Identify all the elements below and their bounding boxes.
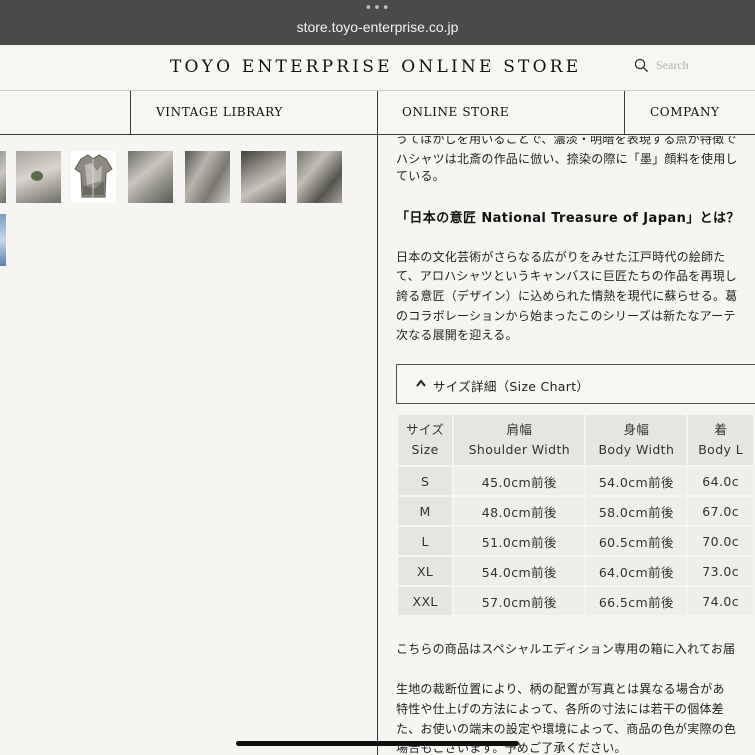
table-cell: 54.0cm前後 (452, 555, 587, 587)
body-line: 誇る意匠（デザイン）に込められた情熱を現代に蘇らせる。葛 (396, 289, 738, 303)
chevron-up-icon (416, 379, 426, 387)
table-cell: L (395, 525, 455, 557)
table-cell: M (395, 495, 455, 527)
table-cell: 51.0cm前後 (452, 525, 587, 557)
body-line: て、アロハシャツというキャンバスに巨匠たちの作品を再現し (396, 269, 738, 283)
body-line: 日本の文化芸術がさらなる広がりをみせた江戸時代の絵師た (396, 250, 726, 264)
nav-label: COMPANY (650, 105, 720, 119)
browser-menu-dots[interactable]: ••• (0, 2, 755, 15)
table-cell: 57.0cm前後 (452, 585, 587, 617)
intro-line: うてはかしを用いることで、濃淡・明暗を表現する点が特徴で (396, 136, 737, 146)
table-cell: 67.0c (686, 495, 755, 527)
table-header-row: サイズ Size 肩幅 Shoulder Width 身幅 Body Width 着B… (395, 413, 755, 467)
body-line: のコラボレーションから始まったこのシリーズは新たなアーテ (396, 309, 736, 323)
nav-item-online-store[interactable]: ONLINE STORE (377, 91, 624, 135)
table-row: XL 54.0cm前後 64.0cm前後 73.0c (395, 555, 755, 587)
table-header-cell: 着 Body L (686, 413, 755, 467)
nav-label: ONLINE STORE (402, 105, 510, 119)
size-chart-accordion[interactable]: サイズ詳細（Size Chart） (396, 364, 755, 404)
product-thumbnail[interactable] (128, 151, 173, 203)
body-line: 次なる展開を迎える。 (396, 328, 518, 342)
notes-line: た、お使いの端末の設定や環境によって、商品の色が実際の色 (396, 722, 737, 736)
search-input[interactable]: Search (656, 58, 689, 73)
table-cell: 73.0c (686, 555, 755, 587)
product-thumbnail[interactable] (0, 214, 6, 266)
site-header: TOYO ENTERPRISE ONLINE STORE Search (0, 45, 755, 91)
table-row: M 48.0cm前後 58.0cm前後 67.0c (395, 495, 755, 527)
table-cell: 70.0c (686, 525, 755, 557)
product-thumbnail[interactable] (297, 151, 342, 203)
table-header-cell: 肩幅 Shoulder Width (452, 413, 587, 467)
table-cell: 64.0c (686, 465, 755, 497)
product-thumbnail[interactable] (185, 151, 230, 203)
url-text[interactable]: store.toyo-enterprise.co.jp (0, 19, 755, 35)
search-icon[interactable] (634, 58, 649, 73)
table-header-cell: 身幅 Body Width (584, 413, 689, 467)
table-cell: 58.0cm前後 (584, 495, 689, 527)
table-cell: 54.0cm前後 (584, 465, 689, 497)
section-heading: 「日本の意匠 National Treasure of Japan」とは？ (396, 211, 740, 226)
product-thumbnail[interactable] (241, 151, 286, 203)
nav-item-company[interactable]: COMPANY (624, 91, 755, 135)
home-indicator[interactable] (236, 741, 519, 746)
notes-line: 生地の裁断位置により、柄の配置が写真とは異なる場合があ (396, 682, 725, 696)
table-row: L 51.0cm前後 60.5cm前後 70.0c (395, 525, 755, 557)
shirt-icon (74, 154, 113, 198)
product-thumbnail[interactable] (0, 151, 6, 203)
notes-line: 特性や仕上げの方法によって、各所の寸法には若干の個体差 (396, 702, 724, 716)
table-cell: 74.0c (686, 585, 755, 617)
table-cell: S (395, 465, 455, 497)
product-description: うてはかしを用いることで、濃淡・明暗を表現する点が特徴で ハシャツは北斎の作品に… (378, 136, 755, 755)
product-thumbnail[interactable] (71, 151, 116, 203)
nav-label: VINTAGE LIBRARY (156, 105, 283, 119)
accordion-label: サイズ詳細（Size Chart） (433, 379, 590, 394)
product-thumbnail[interactable] (16, 151, 61, 203)
intro-line: ハシャツは北斎の作品に倣い、捺染の際に「墨」顔料を使用し (396, 152, 738, 166)
table-cell: XL (395, 555, 455, 587)
size-chart-table: サイズ Size 肩幅 Shoulder Width 身幅 Body Width 着B… (395, 413, 755, 617)
table-cell: 48.0cm前後 (452, 495, 587, 527)
table-row: S 45.0cm前後 54.0cm前後 64.0c (395, 465, 755, 497)
table-cell: XXL (395, 585, 455, 617)
product-gallery (0, 136, 377, 755)
site-logo[interactable]: TOYO ENTERPRISE ONLINE STORE (170, 57, 581, 77)
shipping-note: こちらの商品はスペシャルエディション専用の箱に入れてお届 (396, 642, 736, 656)
intro-line: ている。 (396, 169, 445, 183)
table-cell: 45.0cm前後 (452, 465, 587, 497)
table-header-cell: サイズ Size (395, 413, 455, 467)
table-cell: 64.0cm前後 (584, 555, 689, 587)
table-row: XXL 57.0cm前後 66.5cm前後 74.0c (395, 585, 755, 617)
nav-item-vintage-library[interactable]: VINTAGE LIBRARY (130, 91, 377, 135)
search-box[interactable]: Search (634, 58, 689, 73)
browser-url-bar[interactable]: ••• store.toyo-enterprise.co.jp (0, 0, 755, 45)
table-cell: 60.5cm前後 (584, 525, 689, 557)
table-cell: 66.5cm前後 (584, 585, 689, 617)
